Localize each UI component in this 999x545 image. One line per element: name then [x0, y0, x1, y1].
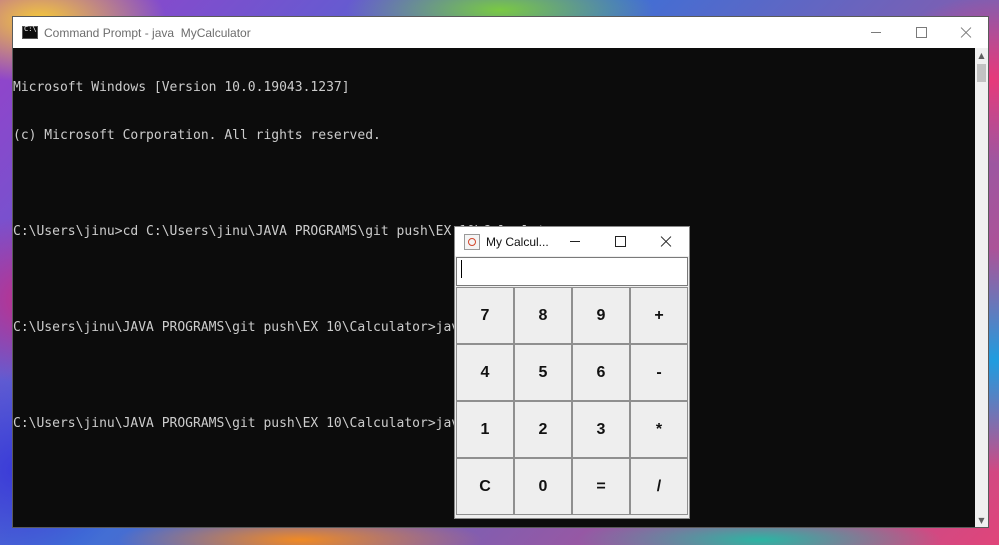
key-1-button[interactable]: 1 [456, 401, 514, 458]
maximize-icon [915, 27, 927, 38]
key-3-button[interactable]: 3 [572, 401, 630, 458]
key-7-button[interactable]: 7 [456, 287, 514, 344]
key-clear-button[interactable]: C [456, 458, 514, 515]
key-minus-button[interactable]: - [630, 344, 688, 401]
calculator-keypad: 7 8 9 + 4 5 6 - 1 2 3 * C 0 = / [456, 287, 688, 516]
key-5-button[interactable]: 5 [514, 344, 572, 401]
minimize-icon [871, 32, 881, 33]
calc-window-title: My Calcul... [486, 234, 549, 249]
key-4-button[interactable]: 4 [456, 344, 514, 401]
vertical-scrollbar[interactable]: ▲ ▼ [975, 48, 988, 527]
cmd-close-button[interactable] [943, 17, 989, 48]
my-calculator-window: My Calcul... 7 8 9 + 4 5 6 - 1 2 3 * C 0… [455, 227, 689, 518]
cmd-window-title: Command Prompt - java MyCalculator [44, 25, 251, 40]
close-icon [660, 236, 672, 248]
close-icon [960, 27, 972, 39]
console-line: Microsoft Windows [Version 10.0.19043.12… [13, 80, 350, 95]
key-8-button[interactable]: 8 [514, 287, 572, 344]
calculator-display-field[interactable] [456, 257, 688, 286]
console-line: (c) Microsoft Corporation. All rights re… [13, 128, 381, 143]
scroll-up-icon[interactable]: ▲ [975, 48, 988, 62]
cmd-minimize-button[interactable] [853, 17, 899, 48]
scroll-down-icon[interactable]: ▼ [975, 513, 988, 527]
key-plus-button[interactable]: + [630, 287, 688, 344]
calc-maximize-button[interactable] [598, 227, 642, 256]
key-equals-button[interactable]: = [572, 458, 630, 515]
minimize-icon [570, 241, 580, 242]
calc-titlebar[interactable]: My Calcul... [455, 227, 689, 256]
key-9-button[interactable]: 9 [572, 287, 630, 344]
key-2-button[interactable]: 2 [514, 401, 572, 458]
java-icon [464, 233, 480, 250]
calc-close-button[interactable] [644, 227, 688, 256]
cmd-maximize-button[interactable] [898, 17, 944, 48]
key-multiply-button[interactable]: * [630, 401, 688, 458]
cmd-app-icon [22, 25, 38, 39]
scroll-thumb[interactable] [977, 64, 986, 82]
maximize-icon [614, 236, 626, 247]
cmd-titlebar[interactable]: Command Prompt - java MyCalculator [13, 17, 988, 48]
key-0-button[interactable]: 0 [514, 458, 572, 515]
key-divide-button[interactable]: / [630, 458, 688, 515]
key-6-button[interactable]: 6 [572, 344, 630, 401]
calc-minimize-button[interactable] [553, 227, 597, 256]
